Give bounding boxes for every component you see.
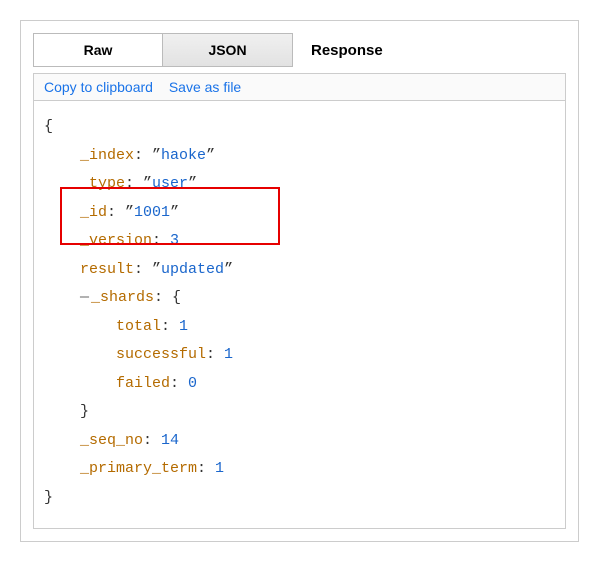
json-line-failed[interactable]: failed: 0 xyxy=(44,370,555,399)
val-successful: 1 xyxy=(224,346,233,363)
response-panel: Raw JSON Response Copy to clipboard Save… xyxy=(20,20,579,542)
json-line-id[interactable]: _id: ”1001” xyxy=(44,199,555,228)
json-line-result[interactable]: result: ”updated” xyxy=(44,256,555,285)
key-total: total xyxy=(116,318,161,335)
key-type: _type xyxy=(80,175,125,192)
json-line-seqno[interactable]: _seq_no: 14 xyxy=(44,427,555,456)
json-line-total[interactable]: total: 1 xyxy=(44,313,555,342)
json-line-version[interactable]: _version: 3 xyxy=(44,227,555,256)
val-result: updated xyxy=(161,261,224,278)
val-version: 3 xyxy=(170,232,179,249)
val-id: 1001 xyxy=(134,204,170,221)
json-line-type[interactable]: _type: ”user” xyxy=(44,170,555,199)
json-line-index[interactable]: _index: ”haoke” xyxy=(44,142,555,171)
key-version: _version xyxy=(80,232,152,249)
key-index: _index xyxy=(80,147,134,164)
tab-response-label: Response xyxy=(311,42,383,59)
brace-close-inner: } xyxy=(80,403,89,420)
tabs-row: Raw JSON Response xyxy=(33,33,566,67)
val-index: haoke xyxy=(161,147,206,164)
json-line-close: } xyxy=(44,484,555,513)
json-line-successful[interactable]: successful: 1 xyxy=(44,341,555,370)
json-line-shards-close: } xyxy=(44,398,555,427)
copy-to-clipboard-link[interactable]: Copy to clipboard xyxy=(44,79,153,95)
key-seqno: _seq_no xyxy=(80,432,143,449)
actions-bar: Copy to clipboard Save as file xyxy=(33,73,566,101)
val-primary: 1 xyxy=(215,460,224,477)
brace-open: { xyxy=(44,118,53,135)
json-line-primary[interactable]: _primary_term: 1 xyxy=(44,455,555,484)
json-line-shards[interactable]: —_shards: { xyxy=(44,284,555,313)
key-successful: successful xyxy=(116,346,206,363)
key-id: _id xyxy=(80,204,107,221)
key-failed: failed xyxy=(116,375,170,392)
json-viewer: { _index: ”haoke” _type: ”user” _id: ”10… xyxy=(33,101,566,529)
val-failed: 0 xyxy=(188,375,197,392)
tab-json[interactable]: JSON xyxy=(163,33,293,67)
collapse-icon[interactable]: — xyxy=(80,289,89,306)
val-seqno: 14 xyxy=(161,432,179,449)
key-result: result xyxy=(80,261,134,278)
json-line-open: { xyxy=(44,113,555,142)
key-shards: _shards xyxy=(91,289,154,306)
val-type: user xyxy=(152,175,188,192)
key-primary: _primary_term xyxy=(80,460,197,477)
tab-raw[interactable]: Raw xyxy=(33,33,163,67)
brace-close: } xyxy=(44,489,53,506)
save-as-file-link[interactable]: Save as file xyxy=(169,79,241,95)
val-total: 1 xyxy=(179,318,188,335)
